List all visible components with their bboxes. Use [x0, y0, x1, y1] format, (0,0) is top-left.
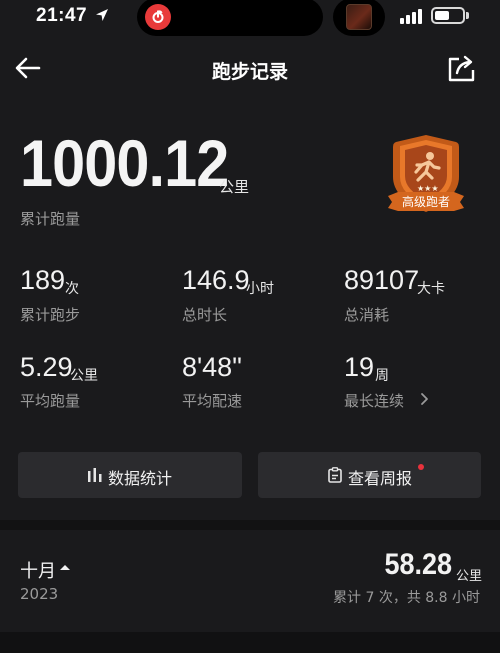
- month-year: 2023: [20, 585, 59, 603]
- total-distance-label: 累计跑量: [20, 210, 81, 228]
- runner-level-badge[interactable]: ★★★ 高级跑者: [386, 132, 466, 224]
- total-distance-unit: 公里: [219, 178, 250, 196]
- battery-icon: [431, 7, 465, 24]
- nav-bar: 跑步记录: [0, 44, 500, 94]
- month-selector[interactable]: 十月: [20, 557, 56, 583]
- stat-streak-label[interactable]: 最长连续: [344, 390, 404, 411]
- location-arrow-icon: [96, 9, 108, 21]
- stat-run-count-label: 累计跑步: [20, 306, 81, 324]
- badge-label: 高级跑者: [401, 195, 450, 209]
- status-bar: 21:47: [0, 0, 500, 36]
- month-distance-value: 58.28: [384, 548, 452, 581]
- music-app-icon[interactable]: [145, 4, 171, 30]
- stat-streak-unit: 周: [375, 368, 389, 384]
- stat-avg-pace-label: 平均配速: [182, 392, 243, 410]
- shield-badge-icon: ★★★: [388, 135, 464, 212]
- stat-calories-value: 89107: [344, 265, 420, 295]
- month-summary: 累计 7 次，共 8.8 小时: [333, 590, 480, 606]
- next-section-edge: [0, 632, 500, 653]
- now-playing-artwork[interactable]: [333, 0, 385, 36]
- stat-calories-unit: 大卡: [417, 281, 445, 297]
- month-distance-unit: 公里: [456, 569, 483, 584]
- chevron-right-icon[interactable]: [418, 392, 430, 406]
- stat-duration-label: 总时长: [182, 306, 228, 324]
- stat-avg-distance-label: 平均跑量: [20, 392, 81, 410]
- data-stats-label: 数据统计: [108, 469, 173, 488]
- cellular-signal-icon: [400, 9, 422, 24]
- share-icon[interactable]: [446, 54, 478, 84]
- svg-text:★★★: ★★★: [417, 184, 439, 193]
- stat-duration-unit: 小时: [246, 281, 274, 297]
- stat-avg-distance-value: 5.29: [20, 352, 73, 382]
- weekly-report-label: 查看周报: [348, 469, 413, 488]
- report-icon: [328, 467, 342, 483]
- stat-avg-distance-unit: 公里: [70, 368, 98, 384]
- battery-tip: [466, 12, 469, 19]
- page-title: 跑步记录: [211, 61, 288, 83]
- notification-dot: [418, 464, 424, 470]
- stat-duration-value: 146.9: [182, 265, 250, 295]
- stat-run-count-unit: 次: [65, 281, 79, 297]
- data-stats-button[interactable]: 数据统计: [18, 452, 242, 498]
- caret-up-icon[interactable]: [59, 562, 71, 572]
- total-distance-value: 1000.12: [20, 126, 229, 200]
- stat-avg-pace-value: 8'48": [182, 352, 242, 382]
- section-divider: [0, 520, 500, 530]
- bar-chart-icon: [88, 468, 102, 482]
- stat-calories-label: 总消耗: [344, 306, 390, 324]
- stat-streak-value[interactable]: 19: [344, 351, 374, 383]
- status-time: 21:47: [36, 5, 88, 26]
- stat-run-count-value: 189: [20, 265, 66, 295]
- weekly-report-button[interactable]: 查看周报: [258, 452, 481, 498]
